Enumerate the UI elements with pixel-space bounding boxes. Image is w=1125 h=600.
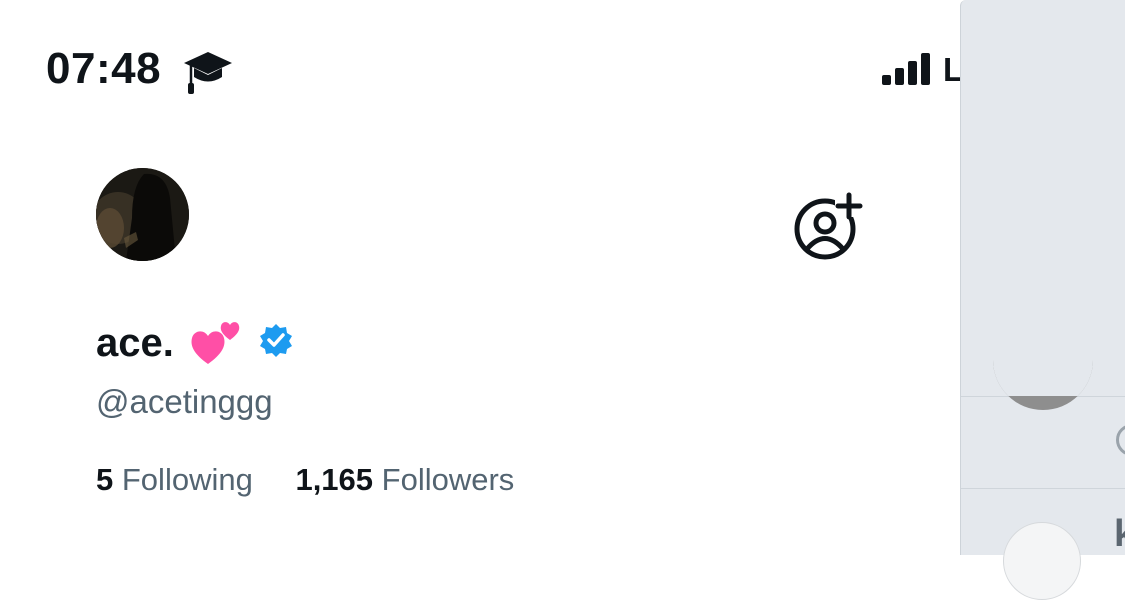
side-account-avatar[interactable] [1003,522,1081,600]
side-account-name: k [1114,513,1125,555]
profile-stats: 5 Following 1,165 Followers [96,458,548,502]
side-drawer-panel[interactable] [960,0,1125,600]
side-account-avatar[interactable] [993,340,1093,410]
following-count-link[interactable]: 5 Following [96,458,253,502]
followers-count: 1,165 [295,462,374,497]
cellular-signal-icon [882,53,930,85]
followers-count-link[interactable]: 1,165 Followers [295,458,514,502]
profile-handle: @acetinggg [96,383,273,420]
side-divider [961,488,1125,489]
profile-avatar[interactable] [96,168,189,261]
display-name: ace. [96,321,174,365]
followers-label: Followers [381,462,515,497]
graduation-cap-icon [184,52,232,94]
add-user-icon[interactable] [792,190,864,262]
verified-badge-icon[interactable] [259,323,293,357]
status-time: 07:48 [46,44,162,93]
following-label: Following [121,462,253,497]
two-hearts-emoji [191,322,240,364]
following-count: 5 [96,462,114,497]
